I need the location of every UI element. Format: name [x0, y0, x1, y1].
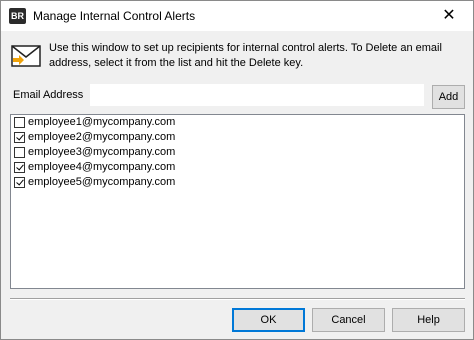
instructions-text: Use this window to set up recipients for…	[49, 42, 442, 69]
app-logo-icon: BR	[9, 8, 26, 24]
list-item[interactable]: employee5@mycompany.com	[11, 175, 464, 190]
dialog-window: BR Manage Internal Control Alerts ✕ Use …	[0, 0, 474, 340]
recipient-checkbox[interactable]	[14, 162, 25, 173]
window-title: Manage Internal Control Alerts	[33, 9, 196, 23]
envelope-icon	[11, 45, 41, 67]
email-address-label: Email Address	[13, 89, 84, 101]
help-button[interactable]: Help	[392, 308, 465, 332]
list-item[interactable]: employee2@mycompany.com	[11, 130, 464, 145]
recipient-checkbox[interactable]	[14, 132, 25, 143]
recipient-email-label: employee3@mycompany.com	[28, 146, 176, 158]
recipient-checkbox[interactable]	[14, 117, 25, 128]
divider	[10, 298, 465, 300]
add-button[interactable]: Add	[432, 85, 465, 109]
recipients-list[interactable]: employee1@mycompany.com employee2@mycompa…	[10, 114, 465, 289]
list-item[interactable]: employee3@mycompany.com	[11, 145, 464, 160]
recipient-email-label: employee5@mycompany.com	[28, 176, 176, 188]
close-button[interactable]: ✕	[431, 3, 467, 29]
cancel-button[interactable]: Cancel	[312, 308, 385, 332]
email-address-input[interactable]	[90, 84, 424, 106]
recipient-checkbox[interactable]	[14, 177, 25, 188]
recipient-email-label: employee1@mycompany.com	[28, 116, 176, 128]
ok-button[interactable]: OK	[232, 308, 305, 332]
recipient-checkbox[interactable]	[14, 147, 25, 158]
list-item[interactable]: employee1@mycompany.com	[11, 115, 464, 130]
list-item[interactable]: employee4@mycompany.com	[11, 160, 464, 175]
recipient-email-label: employee2@mycompany.com	[28, 131, 176, 143]
recipient-email-label: employee4@mycompany.com	[28, 161, 176, 173]
title-bar[interactable]: BR Manage Internal Control Alerts ✕	[1, 1, 473, 31]
